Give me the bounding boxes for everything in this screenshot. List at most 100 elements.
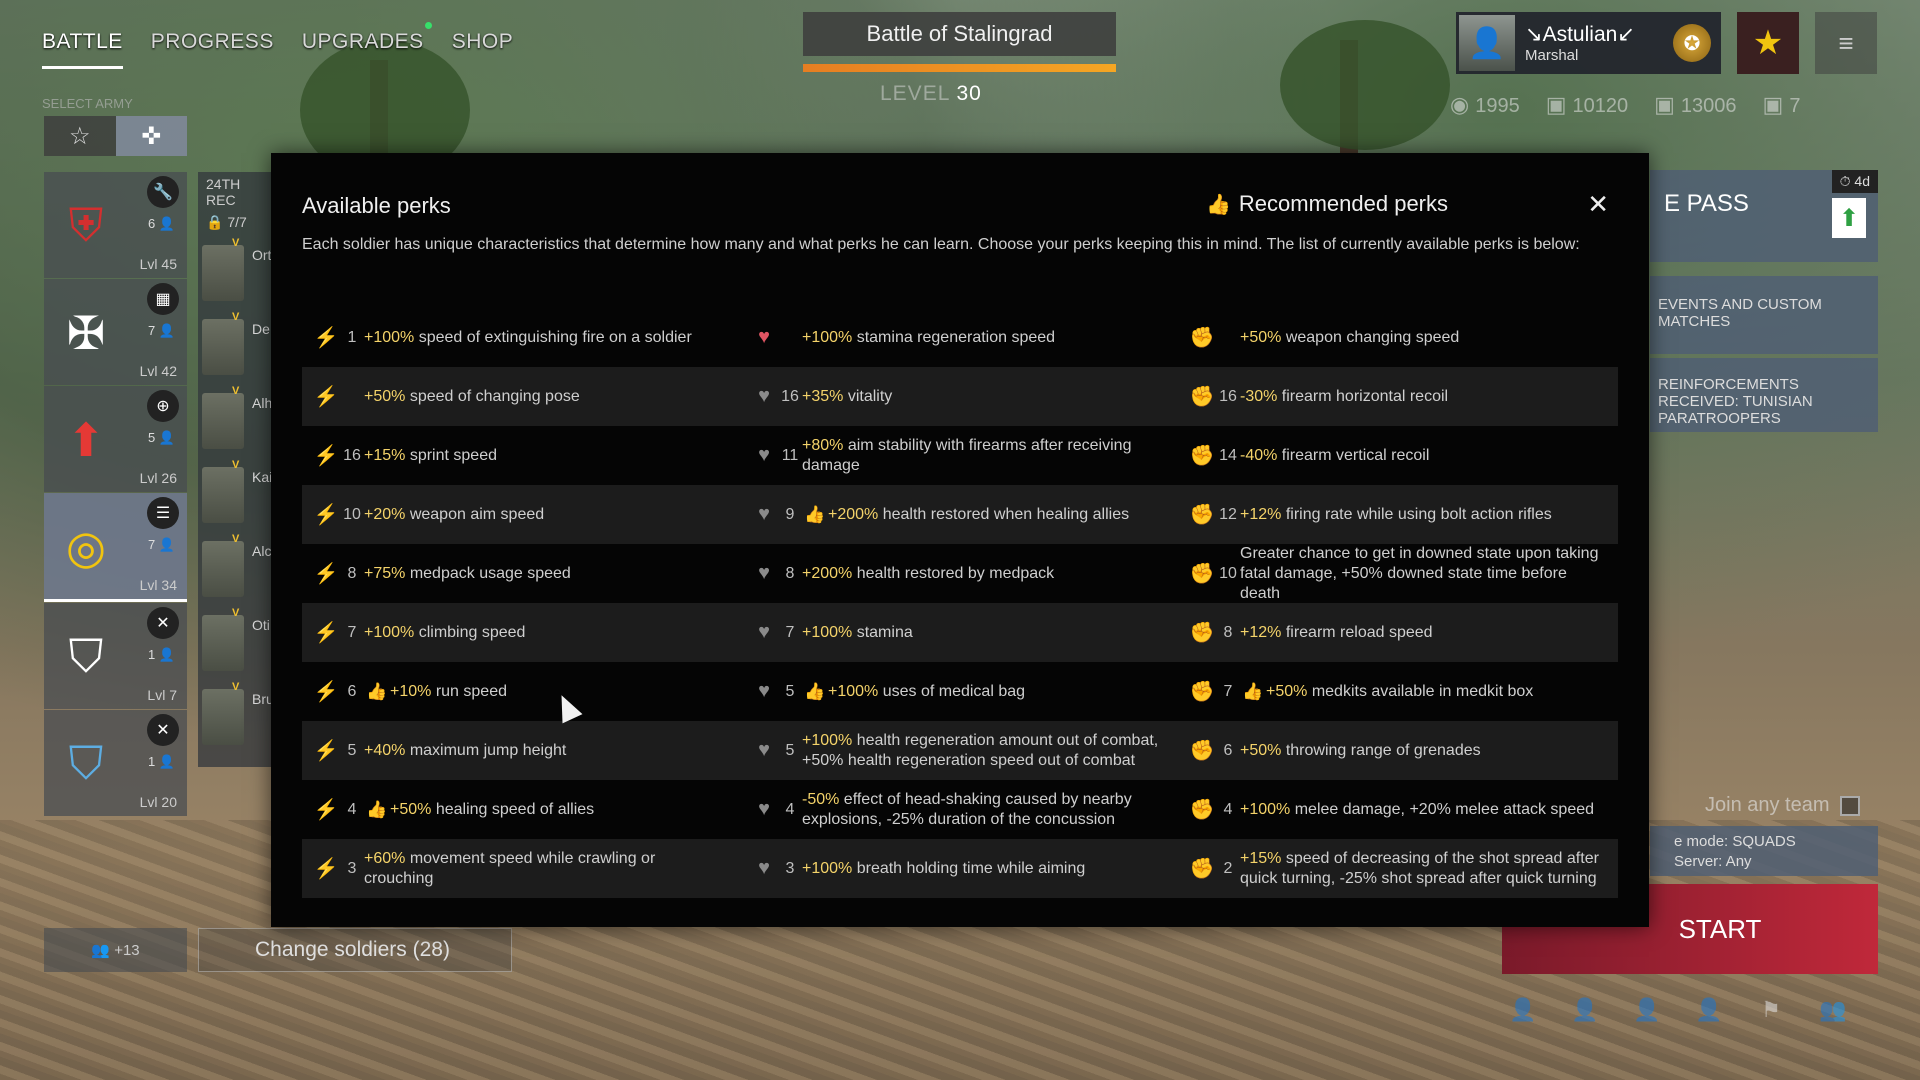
change-soldiers-button[interactable]: Change soldiers (28) (198, 928, 512, 972)
perk-cell[interactable]: ✊ 14 -40% firearm vertical recoil (1178, 426, 1616, 485)
squad-card[interactable]: ✠ ▦ 7 👤 Lvl 42 (44, 279, 187, 385)
perk-cell[interactable]: ♥ 3 +100% breath holding time while aiming (740, 839, 1178, 898)
battle-pass-timer-value: 4d (1854, 173, 1870, 189)
currency-value: 1995 (1475, 95, 1520, 117)
currency-item[interactable]: ▣ 7 (1763, 92, 1801, 118)
soldier-name: De (252, 321, 270, 337)
server-text: Server: Any (1674, 853, 1752, 870)
perk-cell[interactable]: ✊ +50% weapon changing speed (1178, 308, 1616, 367)
reserve-button[interactable]: 👥 +13 (44, 928, 187, 972)
perk-cell[interactable]: ✊ 4 +100% melee damage, +20% melee attack … (1178, 780, 1616, 839)
nav-progress[interactable]: PROGRESS (151, 30, 274, 69)
soldier-item[interactable]: V Kai (200, 459, 273, 529)
flag-icon[interactable]: ⚑ (1756, 995, 1786, 1025)
join-any-team-checkbox[interactable] (1839, 795, 1860, 816)
perk-cell[interactable]: ♥ 7 +100% stamina (740, 603, 1178, 662)
perks-modal: Available perks 👍 Recommended perks ✕ Eac… (271, 153, 1649, 927)
perk-value: +50% (1240, 741, 1282, 759)
veteran-icon: V (232, 459, 240, 471)
perk-cell[interactable]: ♥ 16 +35% vitality (740, 367, 1178, 426)
perk-cell[interactable]: ♥ 9 👍 +200% health restored when healing al… (740, 485, 1178, 544)
perk-description: +40% maximum jump height (364, 741, 740, 761)
soldier-item[interactable]: V Alc (200, 533, 273, 603)
soldier-item[interactable]: V De (200, 311, 273, 381)
events-panel[interactable]: EVENTS AND CUSTOM MATCHES (1650, 276, 1878, 354)
squad-level: Lvl 7 (147, 687, 177, 703)
squad-card[interactable]: ◎ ☰ 7 👤 Lvl 34 (44, 493, 187, 602)
soldier-item[interactable]: V Bru (200, 681, 274, 751)
perk-description: +100% melee damage, +20% melee attack sp… (1240, 800, 1616, 820)
soldier-item[interactable]: V Oti (200, 607, 273, 677)
perk-cell[interactable]: ⚡ 1 +100% speed of extinguishing fire on a… (302, 308, 740, 367)
invite-icon[interactable]: 👤 (1508, 995, 1538, 1025)
perk-cell[interactable]: ⚡ 5 +40% maximum jump height (302, 721, 740, 780)
squad-card[interactable]: ⛉ ✕ 1 👤 Lvl 20 (44, 710, 187, 816)
perk-cell[interactable]: ✊ 8 +12% firearm reload speed (1178, 603, 1616, 662)
squad-emblem-icon: ◎ (65, 521, 107, 573)
currency-item[interactable]: ▣ 10120 (1546, 92, 1628, 118)
perk-cell[interactable]: ⚡ 4 👍 +50% healing speed of allies (302, 780, 740, 839)
heart-perk-icon: ♥ (758, 857, 770, 879)
perk-text: stamina regeneration speed (852, 328, 1056, 346)
perk-row: ⚡ 6 👍 +10% run speed ♥ 5 👍 +100% uses of medica… (302, 662, 1618, 721)
recommended-perks-label: Recommended perks (1238, 191, 1449, 216)
perk-cell[interactable]: ♥ +100% stamina regeneration speed (740, 308, 1178, 367)
nav-upgrades[interactable]: UPGRADES (302, 22, 432, 69)
currency-item[interactable]: ▣ 13006 (1654, 92, 1736, 118)
star-army-icon[interactable]: ☆ (44, 116, 116, 156)
mode-panel[interactable]: e mode: SQUADS Server: Any (1650, 826, 1878, 876)
perk-value: +100% (802, 859, 853, 877)
perk-cost: 16 (343, 446, 361, 464)
perk-cell[interactable]: ♥ 5 +100% health regeneration amount out o… (740, 721, 1178, 780)
close-icon[interactable]: ✕ (1587, 189, 1609, 220)
perk-cell[interactable]: ♥ 8 +200% health restored by medpack (740, 544, 1178, 603)
rank-badge-icon[interactable]: ★ (1737, 12, 1799, 74)
invite-icon[interactable]: 👤 (1632, 995, 1662, 1025)
soldier-item[interactable]: V Ort (200, 237, 273, 307)
modal-title: Available perks (302, 193, 451, 218)
soldier-item[interactable]: V Alh (200, 385, 273, 455)
squad-card[interactable]: ⛉ ✕ 1 👤 Lvl 7 (44, 603, 187, 709)
perk-cell[interactable]: ✊ 7 👍 +50% medkits available in medkit box (1178, 662, 1616, 721)
perk-cell[interactable]: ⚡ 3 +60% movement speed while crawling or … (302, 839, 740, 898)
profile-card[interactable]: 👤 ↘Astulian↙ Marshal ✪ (1456, 12, 1721, 74)
squad-card[interactable]: ⬆ ⊕ 5 👤 Lvl 26 (44, 386, 187, 492)
menu-icon[interactable]: ≡ (1815, 12, 1877, 74)
perk-cell[interactable]: ⚡ 8 +75% medpack usage speed (302, 544, 740, 603)
cross-army-icon[interactable]: ✜ (115, 116, 187, 156)
squad-card[interactable]: ⛨ 🔧 6 👤 Lvl 45 (44, 172, 187, 278)
perk-cell[interactable]: ⚡ 6 👍 +10% run speed (302, 662, 740, 721)
battle-pass-panel[interactable]: E PASS ⏱ 4d ⬆ (1650, 170, 1878, 262)
perk-cell[interactable]: ⚡ 10 +20% weapon aim speed (302, 485, 740, 544)
perk-cell[interactable]: ⚡ +50% speed of changing pose (302, 367, 740, 426)
perk-cell[interactable]: ✊ 10 Greater chance to get in downed state… (1178, 544, 1616, 603)
friends-icon[interactable]: 👥 (1818, 995, 1848, 1025)
nav-battle[interactable]: BATTLE (42, 30, 123, 69)
perk-text: effect of head-shaking caused by nearby … (802, 790, 1132, 828)
perk-cell[interactable]: ♥ 11 +80% aim stability with firearms afte… (740, 426, 1178, 485)
perk-cell[interactable]: ⚡ 7 +100% climbing speed (302, 603, 740, 662)
perk-cell[interactable]: ✊ 6 +50% throwing range of grenades (1178, 721, 1616, 780)
battle-title[interactable]: Battle of Stalingrad (803, 12, 1116, 56)
perk-text: vitality (843, 387, 893, 405)
invite-icon[interactable]: 👤 (1570, 995, 1600, 1025)
perk-cell[interactable]: ♥ 5 👍 +100% uses of medical bag (740, 662, 1178, 721)
perk-cell[interactable]: ✊ 12 +12% firing rate while using bolt act… (1178, 485, 1616, 544)
invite-icon[interactable]: 👤 (1694, 995, 1724, 1025)
nav-shop[interactable]: SHOP (452, 30, 514, 69)
perk-cost: 16 (1219, 387, 1237, 405)
squad-type-icon: ✕ (147, 607, 179, 639)
reinforcements-panel[interactable]: REINFORCEMENTS RECEIVED: TUNISIAN PARATR… (1650, 358, 1878, 432)
perk-cell[interactable]: ✊ 2 +15% speed of decreasing of the shot s… (1178, 839, 1616, 898)
perk-cell[interactable]: ♥ 4 -50% effect of head-shaking caused by … (740, 780, 1178, 839)
perk-description: +35% vitality (802, 387, 1178, 407)
perk-text: healing speed of allies (431, 800, 595, 818)
perk-description: +100% health regeneration amount out of … (802, 731, 1178, 771)
perk-value: +50% (1240, 328, 1282, 346)
player-name: ↘Astulian↙ (1525, 23, 1635, 46)
currency-item[interactable]: ◉ 1995 (1450, 92, 1520, 118)
join-any-team[interactable]: Join any team (1705, 794, 1860, 817)
perk-cell[interactable]: ⚡ 16 +15% sprint speed (302, 426, 740, 485)
battle-level: LEVEL 30 (880, 82, 982, 106)
perk-cell[interactable]: ✊ 16 -30% firearm horizontal recoil (1178, 367, 1616, 426)
